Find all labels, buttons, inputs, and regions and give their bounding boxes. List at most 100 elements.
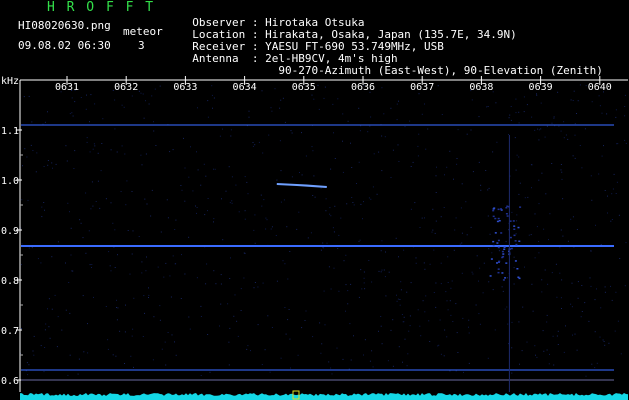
- noise-dot: [471, 99, 473, 101]
- noise-dot: [70, 227, 72, 229]
- noise-dot: [40, 345, 42, 347]
- noise-dot: [152, 359, 154, 361]
- noise-dot: [455, 217, 457, 219]
- noise-dot: [89, 121, 90, 123]
- noise-dot: [511, 372, 513, 374]
- noise-dot: [276, 179, 278, 181]
- interference-dot: [505, 213, 508, 215]
- noise-dot: [54, 294, 56, 296]
- noise-dot: [485, 170, 487, 171]
- noise-dot: [574, 157, 576, 159]
- noise-dot: [602, 339, 604, 341]
- noise-dot: [456, 158, 458, 159]
- noise-dot: [110, 270, 112, 272]
- noise-dot: [492, 289, 494, 291]
- noise-dot: [420, 335, 422, 337]
- noise-dot: [124, 153, 126, 155]
- noise-dot: [254, 282, 256, 283]
- noise-dot: [207, 198, 209, 199]
- noise-dot: [311, 146, 313, 148]
- interference-dot: [506, 215, 509, 217]
- noise-dot: [320, 249, 322, 251]
- noise-dot: [385, 251, 386, 253]
- noise-dot: [350, 283, 352, 285]
- noise-dot: [319, 322, 321, 324]
- noise-dot: [229, 202, 231, 204]
- noise-dot: [220, 274, 222, 276]
- noise-dot: [518, 122, 520, 124]
- noise-dot: [472, 273, 474, 275]
- noise-dot: [270, 228, 272, 230]
- noise-dot: [603, 341, 605, 342]
- noise-dot: [482, 292, 484, 294]
- noise-dot: [279, 107, 281, 109]
- noise-dot: [410, 166, 412, 167]
- noise-dot: [146, 256, 147, 258]
- interference-dot: [503, 246, 506, 248]
- noise-dot: [445, 291, 447, 293]
- noise-dot: [468, 319, 470, 321]
- noise-dot: [159, 305, 161, 307]
- noise-dot: [504, 308, 506, 310]
- noise-dot: [526, 341, 528, 343]
- x-tick-label: 0631: [55, 82, 79, 93]
- interference-dot: [497, 246, 500, 249]
- noise-dot: [337, 98, 339, 100]
- noise-dot: [538, 139, 540, 141]
- noise-dot: [606, 113, 608, 115]
- noise-dot: [244, 176, 246, 178]
- noise-dot: [102, 118, 104, 120]
- interference-dot: [500, 208, 502, 210]
- noise-dot: [275, 235, 277, 236]
- noise-dot: [330, 288, 332, 290]
- noise-dot: [79, 219, 81, 221]
- interference-dot: [509, 236, 512, 239]
- noise-dot: [148, 294, 150, 296]
- noise-dot: [396, 119, 398, 121]
- noise-dot: [268, 134, 270, 136]
- noise-dot: [551, 122, 553, 124]
- interference-dot: [493, 207, 496, 209]
- noise-dot: [108, 251, 110, 253]
- noise-dot: [51, 162, 53, 164]
- noise-dot: [175, 354, 177, 356]
- noise-dot: [454, 229, 456, 231]
- x-tick-label: 0634: [233, 82, 257, 93]
- noise-dot: [100, 170, 102, 172]
- noise-dot: [140, 92, 142, 94]
- noise-dot: [260, 194, 262, 196]
- noise-dot: [431, 231, 433, 233]
- noise-dot: [221, 198, 222, 200]
- noise-dot: [207, 100, 209, 102]
- x-tick-label: 0639: [529, 82, 553, 93]
- noise-dot: [114, 99, 116, 101]
- noise-dot: [527, 196, 529, 198]
- noise-dot: [231, 176, 233, 178]
- noise-dot: [257, 286, 259, 288]
- noise-dot: [603, 145, 604, 147]
- noise-dot: [307, 237, 309, 239]
- noise-dot: [49, 337, 51, 339]
- noise-dot: [584, 128, 586, 130]
- noise-dot: [141, 164, 143, 166]
- noise-dot: [380, 316, 382, 317]
- noise-dot: [353, 335, 354, 337]
- noise-dot: [131, 95, 133, 97]
- noise-dot: [364, 288, 366, 290]
- noise-dot: [145, 270, 147, 272]
- noise-dot: [247, 345, 249, 347]
- noise-dot: [87, 352, 89, 354]
- interference-dot: [489, 275, 492, 277]
- noise-dot: [33, 335, 35, 337]
- noise-dot: [21, 264, 22, 266]
- noise-dot: [378, 151, 380, 153]
- noise-dot: [330, 215, 332, 217]
- noise-dot: [515, 98, 517, 100]
- noise-dot: [116, 319, 118, 321]
- noise-dot: [437, 85, 439, 87]
- noise-dot: [553, 117, 555, 119]
- noise-dot: [66, 160, 68, 162]
- noise-dot: [429, 263, 431, 265]
- noise-dot: [107, 339, 109, 341]
- noise-dot: [419, 227, 421, 228]
